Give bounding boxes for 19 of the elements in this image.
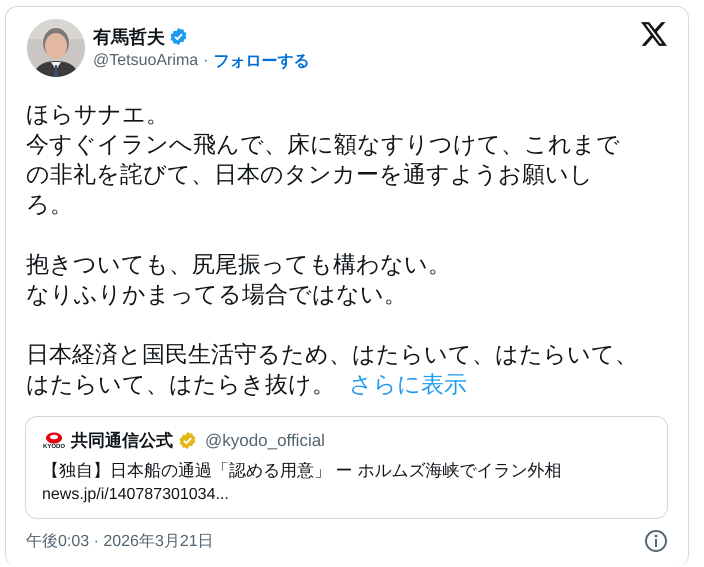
post-timestamp[interactable]: 午後0:03 · 2026年3月21日 (26, 530, 214, 552)
author-handle[interactable]: @TetsuoArima (93, 52, 198, 70)
quoted-post-text: 【独自】日本船の通過「認める用意」 ー ホルムズ海峡でイラン外相 (42, 460, 562, 482)
post-text: の非礼を詫びて、日本のタンカーを通すようお願いし (26, 161, 593, 187)
post-text: ほらサナエ。 (26, 101, 169, 127)
quoted-link[interactable]: news.jp/i/140787301034... (42, 486, 651, 504)
separator-dot: · (203, 52, 208, 70)
post-text: 抱きついても、尻尾振っても構わない。 (26, 251, 451, 277)
info-icon[interactable] (644, 529, 668, 553)
post-text: ろ。 (26, 191, 73, 217)
post-text: はたらいて、はたらき抜け。 (26, 371, 335, 397)
follow-link[interactable]: フォローする (214, 50, 310, 72)
quoted-author-name: 共同通信公式 (71, 430, 173, 452)
author-name[interactable]: 有馬哲夫 (93, 24, 165, 48)
post-text: なりふりかまってる場合ではない。 (26, 281, 407, 307)
quoted-author-handle: @kyodo_official (205, 430, 325, 450)
x-logo-icon[interactable] (641, 22, 667, 46)
post-text: 日本経済と国民生活守るため、はたらいて、はたらいて、 (26, 341, 638, 367)
post-text: 今すぐイランへ飛んで、床に額なすりつけて、これまで (26, 131, 620, 157)
